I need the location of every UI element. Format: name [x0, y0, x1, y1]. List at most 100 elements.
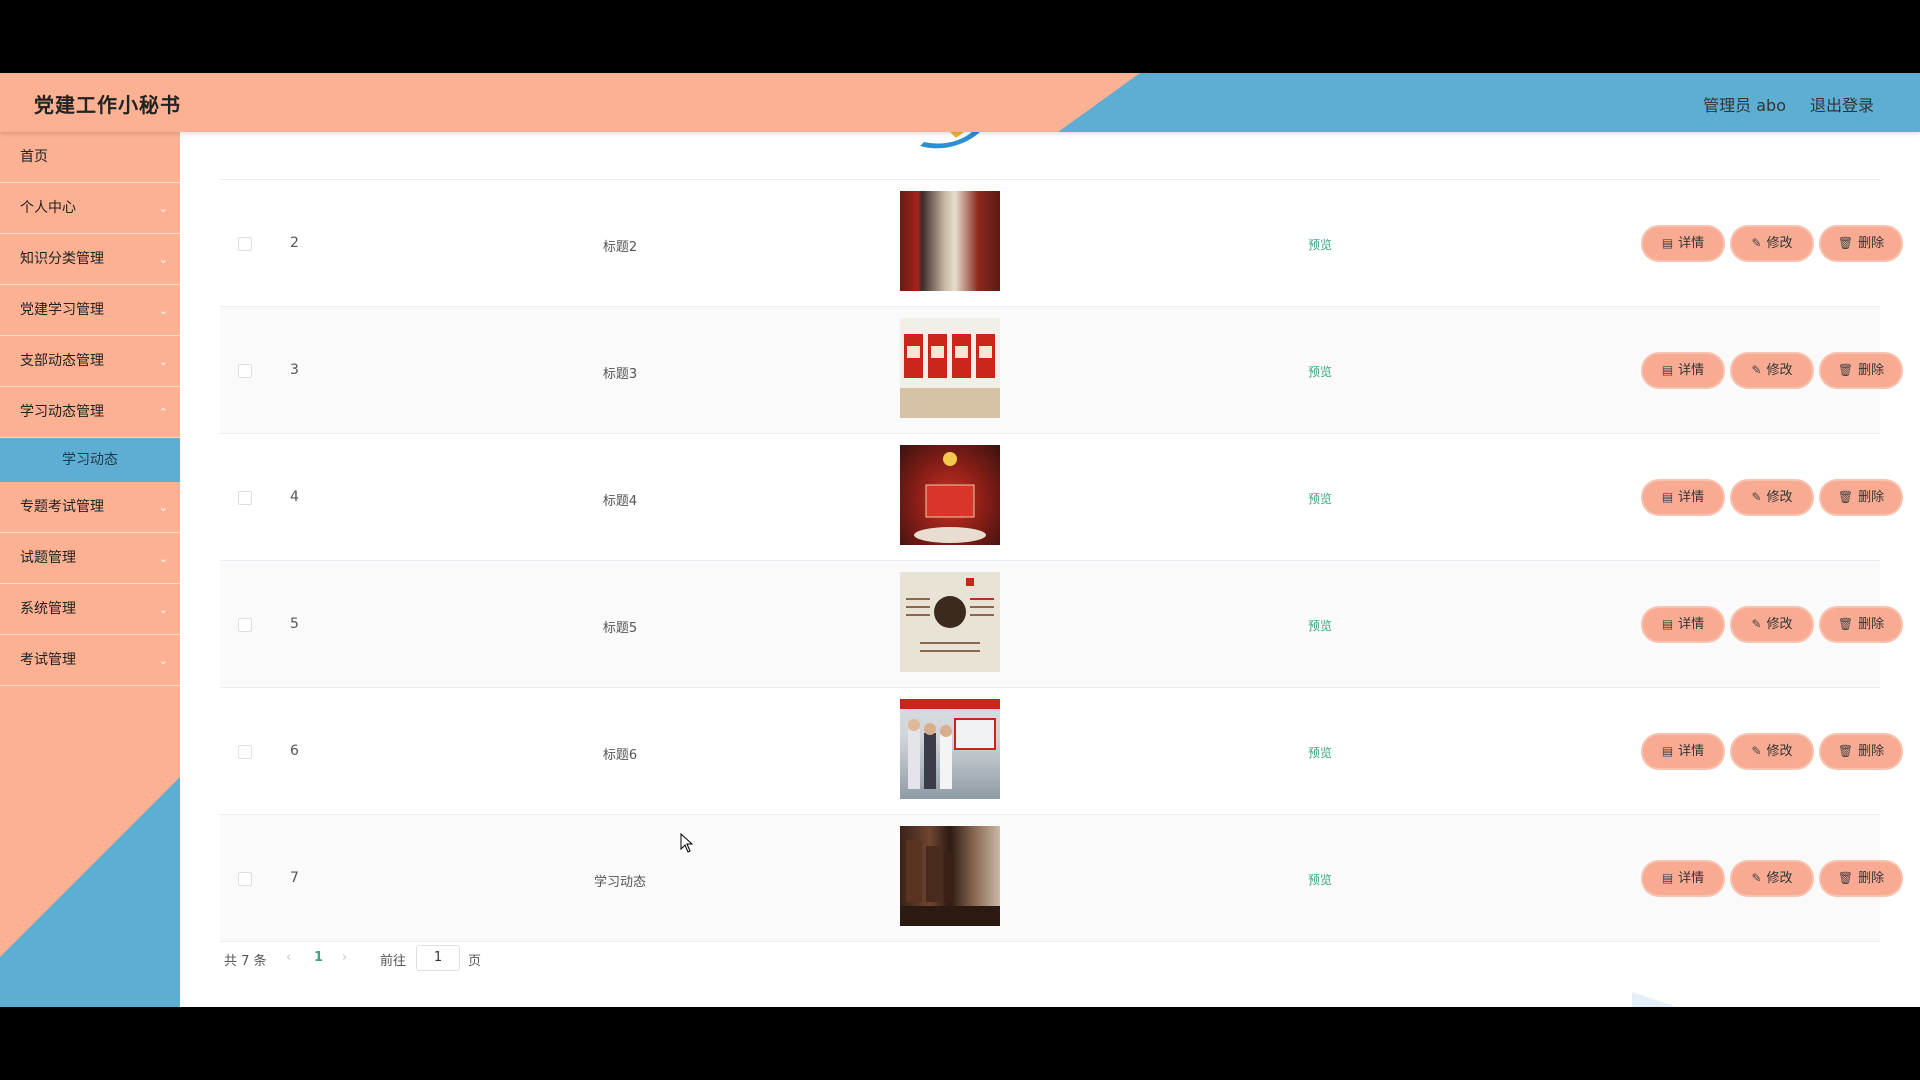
preview-link[interactable]: 预览	[1300, 617, 1340, 634]
sidebar-item-label: 系统管理	[20, 601, 76, 617]
edit-label: 修改	[1766, 744, 1793, 759]
chevron-down-icon: ⌄	[158, 355, 168, 368]
table-row: 5 标题5 预览 ▤ 详情 ✎ 修改 🗑 删除	[220, 561, 1901, 688]
chevron-right-icon[interactable]: ›	[342, 950, 347, 965]
detail-button[interactable]: ▤ 详情	[1643, 735, 1723, 768]
letterbox-top	[0, 0, 1920, 73]
detail-button[interactable]: ▤ 详情	[1643, 354, 1723, 387]
detail-label: 详情	[1678, 236, 1705, 251]
sidebar-item-questions[interactable]: 试题管理 ⌄	[0, 533, 180, 584]
row-checkbox[interactable]	[238, 491, 252, 505]
sidebar-item-knowledge-category[interactable]: 知识分类管理 ⌄	[0, 234, 180, 285]
table-row: 3 标题3 预览 ▤ 详情 ✎ 修改 🗑 删除	[220, 307, 1901, 434]
row-title: 学习动态	[593, 875, 646, 890]
sidebar-item-study-news[interactable]: 学习动态管理 ⌃	[0, 387, 180, 438]
table-row: 6 标题6 预览 ▤ 详情 ✎ 修改 🗑 删除	[220, 688, 1901, 815]
edit-label: 修改	[1766, 363, 1793, 378]
preview-link[interactable]: 预览	[1300, 744, 1340, 761]
preview-link[interactable]: 预览	[1300, 871, 1340, 888]
pagination-goto-prefix: 前往	[380, 954, 407, 969]
sidebar-item-label: 专题考试管理	[20, 499, 104, 515]
sidebar-item-exam[interactable]: 考试管理 ⌄	[0, 635, 180, 686]
delete-button[interactable]: 🗑 删除	[1821, 608, 1901, 641]
row-index: 6	[290, 743, 299, 759]
row-thumbnail	[900, 318, 1000, 418]
sidebar-item-label: 个人中心	[20, 200, 76, 216]
detail-button[interactable]: ▤ 详情	[1643, 481, 1723, 514]
sidebar-item-label: 试题管理	[20, 550, 76, 566]
table-row: 2 标题2 预览 ▤ 详情 ✎ 修改 🗑 删除	[220, 180, 1901, 307]
preview-link[interactable]: 预览	[1300, 490, 1340, 507]
edit-button[interactable]: ✎ 修改	[1732, 862, 1812, 895]
row-checkbox[interactable]	[238, 745, 252, 759]
edit-icon: ✎	[1751, 617, 1762, 631]
letterbox-bottom	[0, 1007, 1920, 1080]
thumbnail-image	[900, 840, 1000, 926]
edit-button[interactable]: ✎ 修改	[1732, 227, 1812, 260]
edit-icon: ✎	[1751, 363, 1762, 377]
trash-icon: 🗑	[1837, 871, 1854, 885]
row-thumbnail	[900, 191, 1000, 291]
chevron-down-icon: ⌄	[158, 253, 168, 266]
row-index: 3	[290, 362, 299, 378]
sidebar-item-personal-center[interactable]: 个人中心 ⌄	[0, 183, 180, 234]
thumbnail-image	[900, 699, 1000, 789]
row-index: 4	[290, 489, 299, 505]
delete-button[interactable]: 🗑 删除	[1821, 354, 1901, 387]
delete-button[interactable]: 🗑 删除	[1821, 862, 1901, 895]
document-icon: ▤	[1661, 363, 1674, 377]
player-watermark-icon	[1632, 992, 1677, 1007]
edit-button[interactable]: ✎ 修改	[1732, 735, 1812, 768]
sidebar-item-branch-news[interactable]: 支部动态管理 ⌄	[0, 336, 180, 387]
detail-button[interactable]: ▤ 详情	[1643, 862, 1723, 895]
edit-button[interactable]: ✎ 修改	[1732, 354, 1812, 387]
delete-button[interactable]: 🗑 删除	[1821, 227, 1901, 260]
edit-label: 修改	[1766, 490, 1793, 505]
sidebar-item-label: 知识分类管理	[20, 251, 104, 267]
detail-label: 详情	[1678, 744, 1705, 759]
row-checkbox[interactable]	[238, 237, 252, 251]
delete-label: 删除	[1858, 744, 1885, 759]
sidebar-subitem-study-news[interactable]: 学习动态	[0, 438, 180, 482]
thumbnail-image	[906, 578, 994, 652]
delete-button[interactable]: 🗑 删除	[1821, 481, 1901, 514]
row-checkbox[interactable]	[238, 618, 252, 632]
sidebar-item-topic-exam[interactable]: 专题考试管理 ⌄	[0, 482, 180, 533]
sidebar-item-label: 学习动态管理	[20, 404, 104, 420]
logout-link[interactable]: 退出登录	[1810, 92, 1874, 116]
thumbnail-image	[900, 334, 1000, 418]
row-thumbnail	[900, 572, 1000, 672]
detail-label: 详情	[1678, 363, 1705, 378]
edit-icon: ✎	[1751, 871, 1762, 885]
pagination-current-page[interactable]: 1	[314, 950, 323, 965]
preview-link[interactable]: 预览	[1300, 363, 1340, 380]
preview-link[interactable]: 预览	[1300, 236, 1340, 253]
document-icon: ▤	[1661, 871, 1674, 885]
detail-button[interactable]: ▤ 详情	[1643, 227, 1723, 260]
sidebar-item-party-study[interactable]: 党建学习管理 ⌄	[0, 285, 180, 336]
edit-button[interactable]: ✎ 修改	[1732, 608, 1812, 641]
pagination-goto-input[interactable]: 1	[416, 945, 460, 971]
delete-label: 删除	[1858, 617, 1885, 632]
trash-icon: 🗑	[1837, 744, 1854, 758]
row-checkbox[interactable]	[238, 872, 252, 886]
row-checkbox[interactable]	[238, 364, 252, 378]
sidebar-item-home[interactable]: 首页	[0, 132, 180, 183]
trash-icon: 🗑	[1837, 236, 1854, 250]
detail-button[interactable]: ▤ 详情	[1643, 608, 1723, 641]
detail-label: 详情	[1678, 871, 1705, 886]
detail-label: 详情	[1678, 617, 1705, 632]
edit-button[interactable]: ✎ 修改	[1732, 481, 1812, 514]
thumbnail-partial-image	[920, 132, 980, 149]
delete-label: 删除	[1858, 236, 1885, 251]
row-index: 2	[290, 235, 299, 251]
row-title: 标题2	[602, 240, 638, 255]
delete-button[interactable]: 🗑 删除	[1821, 735, 1901, 768]
header-bar: 党建工作小秘书 管理员 abo 退出登录	[0, 73, 1920, 132]
chevron-left-icon[interactable]: ‹	[286, 950, 291, 965]
sidebar: 首页 个人中心 ⌄ 知识分类管理 ⌄ 党建学习管理 ⌄ 支部动态管理 ⌄ 学习动态管理 ⌃…	[0, 132, 180, 1007]
sidebar-item-system[interactable]: 系统管理 ⌄	[0, 584, 180, 635]
sidebar-item-label: 考试管理	[20, 652, 76, 668]
table-row: 4 标题4 预览 ▤ 详情 ✎ 修改 🗑 删除	[220, 434, 1901, 561]
chevron-up-icon: ⌃	[158, 406, 168, 419]
